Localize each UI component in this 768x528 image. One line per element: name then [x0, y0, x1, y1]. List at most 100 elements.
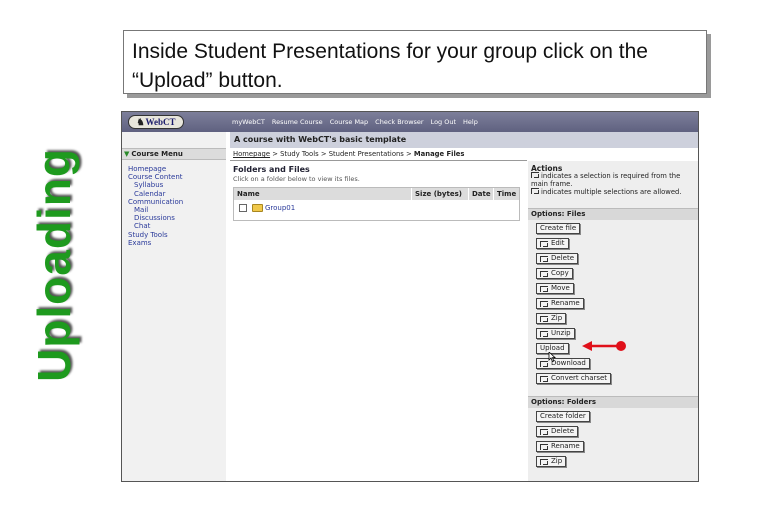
selection-icon — [540, 360, 548, 367]
logo-person-icon: ♞ — [136, 116, 145, 127]
delete-file-button[interactable]: Delete — [536, 253, 578, 264]
rename-label: Rename — [551, 299, 580, 307]
actions-pane: Actions indicates a selection is require… — [528, 161, 698, 481]
slide-side-title: Uploading — [28, 148, 80, 382]
page-subtitle: Click on a folder below to view its file… — [233, 175, 360, 183]
create-folder-button[interactable]: Create folder — [536, 411, 590, 422]
multi-select-icon — [531, 188, 539, 194]
selection-icon — [540, 255, 548, 262]
delete-folder-button[interactable]: Delete — [536, 426, 578, 437]
zip-folder-label: Zip — [551, 457, 563, 465]
menu-item-homepage[interactable]: Homepage — [128, 165, 183, 173]
table-header: Name Size (bytes) Date Time — [234, 188, 519, 200]
menu-item-calendar[interactable]: Calendar — [128, 190, 183, 198]
move-label: Move — [551, 284, 570, 292]
nav-mywebct[interactable]: myWebCT — [232, 118, 265, 126]
breadcrumb-student-presentations[interactable]: Student Presentations — [329, 150, 404, 158]
menu-item-discussions[interactable]: Discussions — [128, 214, 183, 222]
zip-label: Zip — [551, 314, 563, 322]
course-title: A course with WebCT's basic template — [234, 135, 407, 144]
selection-icon — [540, 285, 548, 292]
page-title: Folders and Files — [233, 165, 310, 174]
delete-label: Delete — [551, 254, 574, 262]
legend-multi-text: indicates multiple selections are allowe… — [541, 188, 682, 196]
create-file-label: Create file — [540, 224, 577, 232]
breadcrumb-homepage[interactable]: Homepage — [233, 150, 270, 158]
edit-button[interactable]: Edit — [536, 238, 569, 249]
nav-check-browser[interactable]: Check Browser — [375, 118, 423, 126]
menu-item-course-content[interactable]: Course Content — [128, 173, 183, 181]
triangle-down-icon: ▼ — [124, 150, 130, 158]
menu-item-study-tools[interactable]: Study Tools — [128, 231, 183, 239]
side-title-text: Uploading — [28, 148, 81, 382]
red-arrow-pointer — [582, 341, 626, 351]
breadcrumb-separator: > — [406, 150, 412, 158]
selection-icon — [540, 458, 548, 465]
rename-folder-label: Rename — [551, 442, 580, 450]
files-table: Name Size (bytes) Date Time Group01 — [233, 187, 520, 221]
files-options-header: Options: Files — [528, 208, 698, 220]
delete-folder-label: Delete — [551, 427, 574, 435]
course-menu-pane: ▼ Course Menu Homepage Course Content Syl… — [122, 132, 226, 481]
zip-folder-button[interactable]: Zip — [536, 456, 567, 467]
nav-help[interactable]: Help — [463, 118, 478, 126]
breadcrumb-separator: > — [320, 150, 327, 158]
column-header-time[interactable]: Time — [494, 188, 519, 200]
column-header-size[interactable]: Size (bytes) — [412, 188, 469, 200]
course-title-bar: A course with WebCT's basic template — [230, 132, 698, 148]
breadcrumb-current: Manage Files — [413, 150, 465, 158]
convert-charset-label: Convert charset — [551, 374, 608, 382]
unzip-label: Unzip — [551, 329, 571, 337]
instruction-callout: Inside Student Presentations for your gr… — [123, 30, 707, 94]
folder-name-link[interactable]: Group01 — [265, 204, 295, 212]
instruction-text: Inside Student Presentations for your gr… — [132, 40, 648, 92]
legend-single-text: indicates a selection is required from t… — [531, 172, 681, 188]
row-checkbox[interactable] — [239, 204, 247, 212]
webct-logo[interactable]: ♞ WebCT — [128, 115, 184, 129]
copy-label: Copy — [551, 269, 569, 277]
top-navigation-bar: ♞ WebCT myWebCT Resume Course Course Map… — [122, 112, 698, 132]
create-folder-label: Create folder — [540, 412, 586, 420]
table-row: Group01 — [234, 200, 519, 216]
column-header-name[interactable]: Name — [234, 188, 412, 200]
logo-text: WebCT — [145, 117, 176, 127]
menu-item-mail[interactable]: Mail — [128, 206, 183, 214]
nav-course-map[interactable]: Course Map — [330, 118, 368, 126]
nav-resume-course[interactable]: Resume Course — [272, 118, 323, 126]
folder-icon — [252, 204, 263, 212]
unzip-button[interactable]: Unzip — [536, 328, 575, 339]
convert-charset-button[interactable]: Convert charset — [536, 373, 612, 384]
selection-icon — [540, 428, 548, 435]
nav-log-out[interactable]: Log Out — [431, 118, 456, 126]
menu-item-chat[interactable]: Chat — [128, 222, 183, 230]
menu-item-syllabus[interactable]: Syllabus — [128, 181, 183, 189]
webct-screenshot: ♞ WebCT myWebCT Resume Course Course Map… — [121, 111, 699, 482]
breadcrumb: Homepage > Study Tools > Student Present… — [230, 148, 527, 161]
zip-file-button[interactable]: Zip — [536, 313, 567, 324]
copy-button[interactable]: Copy — [536, 268, 573, 279]
single-select-icon — [531, 172, 539, 178]
menu-item-communication[interactable]: Communication — [128, 198, 183, 206]
actions-legend: indicates a selection is required from t… — [531, 172, 697, 196]
download-label: Download — [551, 359, 586, 367]
selection-icon — [540, 300, 548, 307]
rename-folder-button[interactable]: Rename — [536, 441, 584, 452]
move-button[interactable]: Move — [536, 283, 574, 294]
selection-icon — [540, 270, 548, 277]
rename-file-button[interactable]: Rename — [536, 298, 584, 309]
breadcrumb-study-tools[interactable]: Study Tools — [280, 150, 319, 158]
column-header-date[interactable]: Date — [469, 188, 494, 200]
selection-icon — [540, 330, 548, 337]
selection-icon — [540, 375, 548, 382]
course-menu-list: Homepage Course Content Syllabus Calenda… — [128, 165, 183, 247]
breadcrumb-separator: > — [272, 150, 278, 158]
selection-icon — [540, 443, 548, 450]
create-file-button[interactable]: Create file — [536, 223, 581, 234]
menu-item-exams[interactable]: Exams — [128, 239, 183, 247]
folders-options-header: Options: Folders — [528, 396, 698, 408]
top-nav-links: myWebCT Resume Course Course Map Check B… — [232, 118, 478, 126]
selection-icon — [540, 315, 548, 322]
edit-label: Edit — [551, 239, 565, 247]
course-menu-header[interactable]: ▼ Course Menu — [122, 148, 226, 160]
download-button[interactable]: Download — [536, 358, 590, 369]
